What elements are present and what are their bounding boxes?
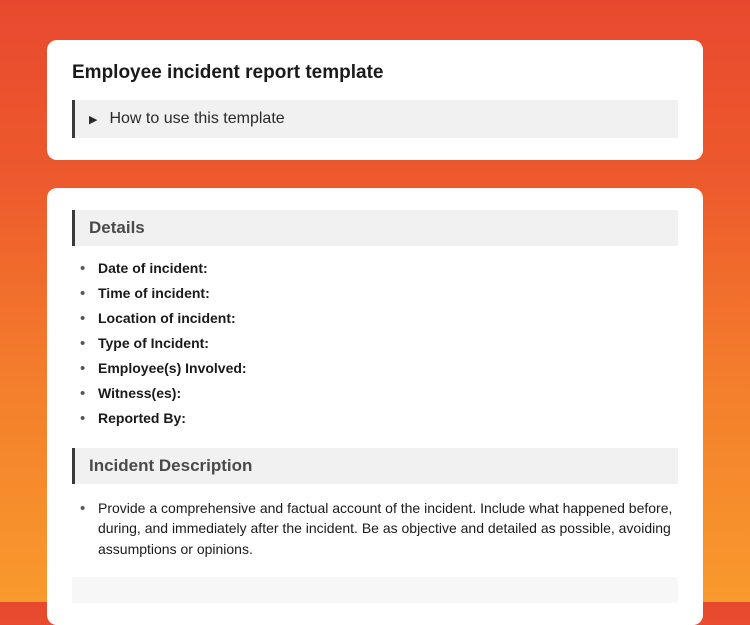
list-item: Provide a comprehensive and factual acco… xyxy=(76,498,678,559)
details-heading: Details xyxy=(72,210,678,246)
details-list: Date of incident: Time of incident: Loca… xyxy=(72,260,678,426)
page-title: Employee incident report template xyxy=(72,62,678,84)
list-item: Time of incident: xyxy=(76,285,678,301)
incident-description-body: Provide a comprehensive and factual acco… xyxy=(98,500,672,557)
field-label: Location of incident: xyxy=(98,310,236,326)
field-label: Reported By: xyxy=(98,410,186,426)
header-card: Employee incident report template ▶ How … xyxy=(47,40,703,160)
how-to-use-label: How to use this template xyxy=(109,110,284,128)
list-item: Type of Incident: xyxy=(76,335,678,351)
incident-description-list: Provide a comprehensive and factual acco… xyxy=(72,498,678,559)
list-item: Employee(s) Involved: xyxy=(76,360,678,376)
empty-section-placeholder xyxy=(72,577,678,603)
field-label: Date of incident: xyxy=(98,260,208,276)
disclosure-triangle-icon: ▶ xyxy=(89,113,97,126)
how-to-use-toggle[interactable]: ▶ How to use this template xyxy=(72,100,678,138)
list-item: Date of incident: xyxy=(76,260,678,276)
field-label: Time of incident: xyxy=(98,285,210,301)
field-label: Witness(es): xyxy=(98,385,181,401)
list-item: Witness(es): xyxy=(76,385,678,401)
list-item: Reported By: xyxy=(76,410,678,426)
field-label: Employee(s) Involved: xyxy=(98,360,247,376)
field-label: Type of Incident: xyxy=(98,335,209,351)
content-card: Details Date of incident: Time of incide… xyxy=(47,188,703,625)
incident-description-heading: Incident Description xyxy=(72,448,678,484)
list-item: Location of incident: xyxy=(76,310,678,326)
